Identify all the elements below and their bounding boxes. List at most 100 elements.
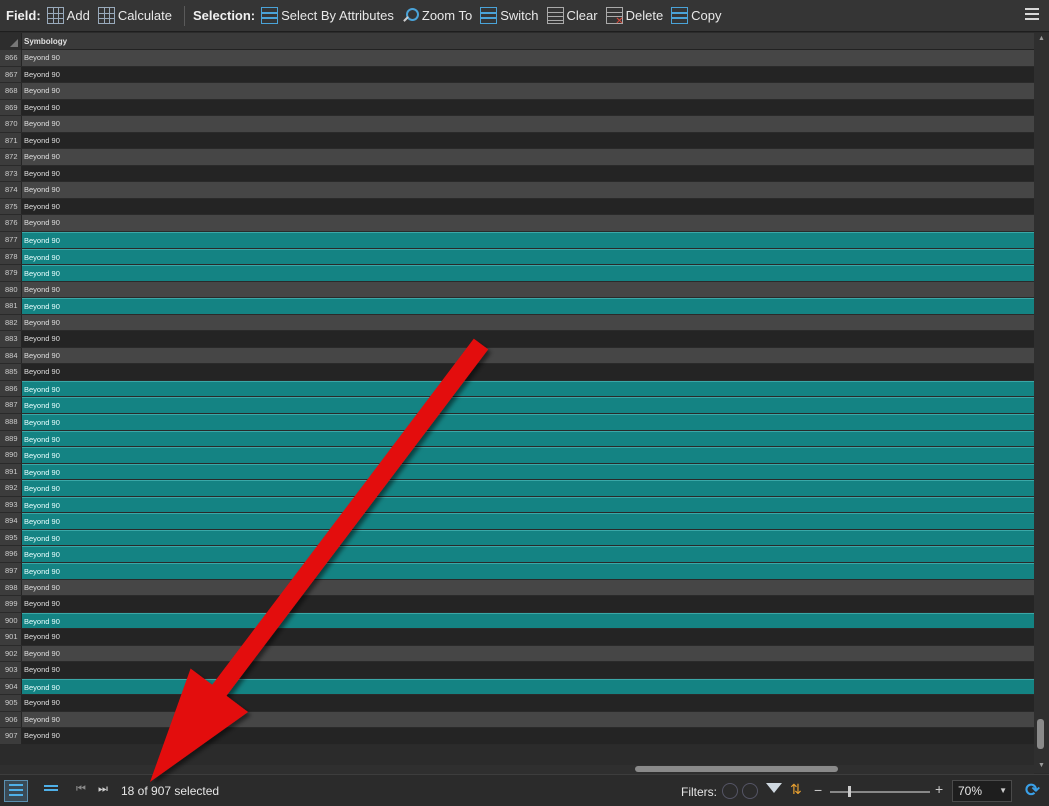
table-row[interactable]: 894 Beyond 90 [0,513,1034,530]
table-row[interactable]: 904 Beyond 90 [0,678,1034,696]
row-number[interactable]: 871 [0,132,22,149]
table-row[interactable]: 892 Beyond 90 [0,480,1034,497]
row-number[interactable]: 889 [0,430,22,447]
table-row[interactable]: 899 Beyond 90 [0,596,1034,613]
symbology-cell[interactable]: Beyond 90 [22,281,1034,298]
symbology-cell[interactable]: Beyond 90 [22,711,1034,728]
scroll-down-icon[interactable]: ▼ [1038,762,1045,769]
table-row[interactable]: 905 Beyond 90 [0,695,1034,712]
horizontal-scroll-thumb[interactable] [635,766,838,772]
table-row[interactable]: 872 Beyond 90 [0,149,1034,166]
zoom-slider[interactable] [830,786,930,797]
row-number[interactable]: 866 [0,50,22,66]
horizontal-scrollbar[interactable] [0,765,1034,774]
symbology-cell[interactable]: Beyond 90 [22,99,1034,116]
row-number[interactable]: 876 [0,215,22,232]
row-number[interactable]: 878 [0,248,22,265]
table-row[interactable]: 881 Beyond 90 [0,298,1034,315]
table-row[interactable]: 893 Beyond 90 [0,496,1034,514]
row-number[interactable]: 906 [0,711,22,728]
table-row[interactable]: 885 Beyond 90 [0,364,1034,381]
symbology-cell[interactable]: Beyond 90 [22,496,1034,513]
row-number[interactable]: 885 [0,364,22,380]
switch-selection-button[interactable]: Switch [480,7,539,24]
show-selected-records-button[interactable] [42,783,60,799]
row-number[interactable]: 867 [0,66,22,83]
table-row[interactable]: 882 Beyond 90 [0,314,1034,332]
calculate-button[interactable]: Calculate [97,7,172,24]
row-number[interactable]: 897 [0,562,22,579]
row-number[interactable]: 898 [0,579,22,596]
row-number[interactable]: 899 [0,596,22,612]
table-row[interactable]: 875 Beyond 90 [0,198,1034,216]
row-number[interactable]: 891 [0,463,22,480]
row-number[interactable]: 901 [0,629,22,645]
row-number[interactable]: 902 [0,645,22,662]
symbology-cell[interactable]: Beyond 90 [22,149,1034,165]
symbology-cell[interactable]: Beyond 90 [22,463,1034,480]
symbology-cell[interactable]: Beyond 90 [22,265,1034,281]
symbology-cell[interactable]: Beyond 90 [22,629,1034,645]
row-number[interactable]: 869 [0,99,22,116]
show-all-records-button[interactable] [4,780,28,802]
clear-selection-button[interactable]: Clear [546,7,598,24]
row-number[interactable]: 872 [0,149,22,165]
table-row[interactable]: 896 Beyond 90 [0,546,1034,563]
time-filter-icon[interactable] [742,783,758,799]
row-number[interactable]: 873 [0,165,22,182]
symbology-cell[interactable]: Beyond 90 [22,198,1034,215]
symbology-cell[interactable]: Beyond 90 [22,579,1034,596]
last-record-icon[interactable]: ⏭ [98,783,108,796]
row-number[interactable]: 887 [0,397,22,414]
symbology-cell[interactable]: Beyond 90 [22,728,1034,744]
hamburger-menu-icon[interactable] [1025,8,1039,22]
zoom-level-select[interactable]: 70% ▼ [952,780,1012,802]
table-row[interactable]: 889 Beyond 90 [0,430,1034,448]
row-number[interactable]: 883 [0,331,22,347]
row-number[interactable]: 905 [0,695,22,711]
symbology-cell[interactable]: Beyond 90 [22,331,1034,347]
symbology-cell[interactable]: Beyond 90 [22,612,1034,629]
table-row[interactable]: 868 Beyond 90 [0,83,1034,100]
vertical-scrollbar[interactable]: ▲ ▼ [1034,33,1049,773]
row-number[interactable]: 868 [0,83,22,99]
row-number[interactable]: 890 [0,447,22,463]
table-row[interactable]: 898 Beyond 90 [0,579,1034,597]
select-all-corner[interactable] [0,33,22,50]
table-row[interactable]: 886 Beyond 90 [0,380,1034,398]
table-row[interactable]: 879 Beyond 90 [0,265,1034,282]
symbology-cell[interactable]: Beyond 90 [22,596,1034,612]
row-number[interactable]: 892 [0,480,22,496]
symbology-cell[interactable]: Beyond 90 [22,430,1034,447]
table-row[interactable]: 873 Beyond 90 [0,165,1034,183]
symbology-cell[interactable]: Beyond 90 [22,562,1034,579]
table-row[interactable]: 878 Beyond 90 [0,248,1034,266]
row-number[interactable]: 896 [0,546,22,562]
symbology-cell[interactable]: Beyond 90 [22,83,1034,99]
row-number[interactable]: 882 [0,314,22,331]
filter-funnel-icon[interactable] [766,783,782,793]
symbology-cell[interactable]: Beyond 90 [22,116,1034,132]
symbology-cell[interactable]: Beyond 90 [22,695,1034,711]
table-row[interactable]: 867 Beyond 90 [0,66,1034,84]
table-row[interactable]: 880 Beyond 90 [0,281,1034,299]
row-number[interactable]: 875 [0,198,22,215]
zoom-to-button[interactable]: Zoom To [402,7,472,24]
row-number[interactable]: 879 [0,265,22,281]
sort-arrows-icon[interactable]: ⇅ [790,781,802,798]
table-row[interactable]: 887 Beyond 90 [0,397,1034,415]
refresh-icon[interactable]: ⟳ [1025,780,1040,801]
first-record-icon[interactable]: ⏮ [76,783,86,796]
table-row[interactable]: 870 Beyond 90 [0,116,1034,133]
row-number[interactable]: 888 [0,414,22,430]
symbology-cell[interactable]: Beyond 90 [22,414,1034,430]
symbology-cell[interactable]: Beyond 90 [22,182,1034,198]
row-number[interactable]: 870 [0,116,22,132]
table-row[interactable]: 874 Beyond 90 [0,182,1034,199]
row-number[interactable]: 893 [0,496,22,513]
symbology-cell[interactable]: Beyond 90 [22,314,1034,331]
table-row[interactable]: 895 Beyond 90 [0,529,1034,547]
table-row[interactable]: 866 Beyond 90 [0,50,1034,67]
table-row[interactable]: 869 Beyond 90 [0,99,1034,117]
table-row[interactable]: 897 Beyond 90 [0,562,1034,580]
